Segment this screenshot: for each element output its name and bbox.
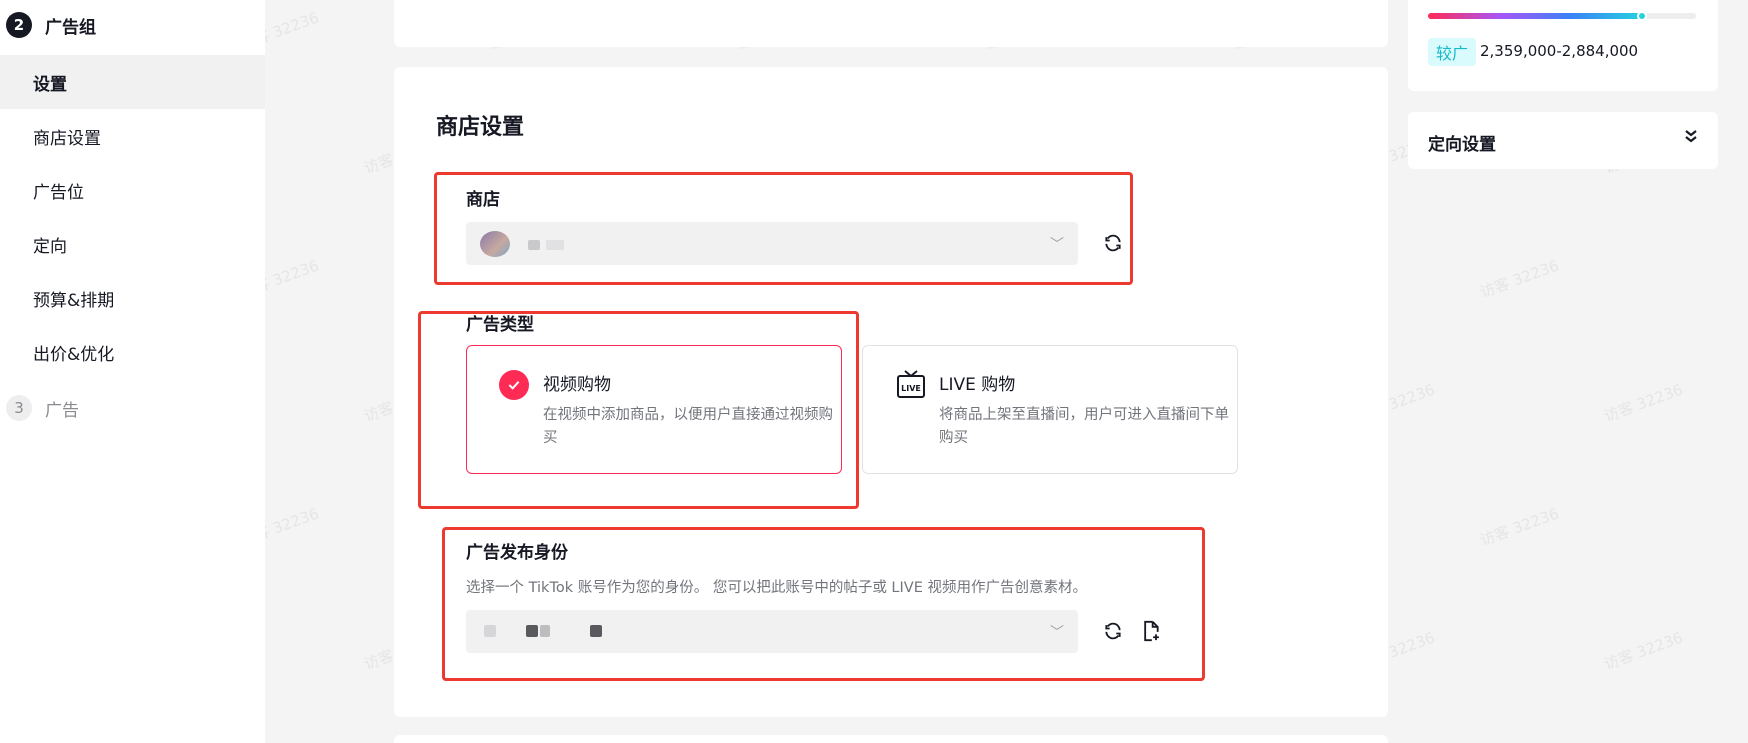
step-ad[interactable]: 3 广告	[6, 395, 79, 421]
identity-label: 广告发布身份	[466, 543, 568, 563]
step-ad-group[interactable]: 2 广告组	[6, 12, 96, 38]
watermark-text: 访客 32236	[1477, 256, 1562, 302]
add-file-icon[interactable]	[1138, 618, 1164, 644]
sidebar: 2 广告组 设置 商店设置 广告位 定向 预算&排期 出价&优化 3 广告	[0, 0, 265, 743]
next-section-card	[394, 735, 1388, 743]
identity-name-redacted	[540, 625, 550, 637]
sidebar-item-shop-settings[interactable]: 商店设置	[0, 109, 265, 163]
shop-label: 商店	[466, 190, 500, 210]
watermark-text: 访客 32236	[1601, 380, 1686, 426]
panel-title: 定向设置	[1428, 135, 1496, 155]
live-tv-icon: LIVE	[895, 368, 927, 404]
shop-avatar	[480, 231, 510, 257]
previous-section-card	[394, 0, 1388, 47]
audience-size-marker	[1637, 11, 1648, 21]
targeting-settings-panel[interactable]: 定向设置	[1408, 112, 1718, 169]
shop-name-redacted	[528, 240, 540, 250]
sidebar-item-label: 定向	[33, 236, 67, 257]
sidebar-item-label: 预算&排期	[33, 290, 115, 311]
sidebar-item-placement[interactable]: 广告位	[0, 163, 265, 217]
ad-type-live-shopping[interactable]: LIVE LIVE 购物 将商品上架至直播间，用户可进入直播间下单购买	[862, 345, 1238, 474]
watermark-text: 访客 32236	[1601, 628, 1686, 674]
svg-text:LIVE: LIVE	[901, 384, 921, 393]
sidebar-item-bidding[interactable]: 出价&优化	[0, 325, 265, 379]
chevron-down-icon: ﹀	[1050, 237, 1064, 253]
ad-type-desc: 将商品上架至直播间，用户可进入直播间下单购买	[939, 407, 1229, 446]
ad-type-title: LIVE 购物	[939, 375, 1016, 395]
audience-size-panel: 较广 2,359,000-2,884,000	[1408, 0, 1718, 91]
step-number: 2	[6, 12, 32, 38]
section-title: 商店设置	[436, 115, 525, 140]
audience-size-fill	[1428, 13, 1643, 19]
audience-size-bar	[1428, 11, 1696, 21]
sidebar-item-label: 商店设置	[33, 128, 101, 149]
chevron-down-icon: ﹀	[1050, 625, 1064, 641]
sidebar-item-label: 设置	[33, 74, 67, 95]
shop-name-redacted	[546, 240, 564, 250]
sidebar-item-targeting[interactable]: 定向	[0, 217, 265, 271]
audience-size-range: 2,359,000-2,884,000	[1480, 42, 1639, 60]
double-chevron-down-icon[interactable]	[1684, 128, 1698, 148]
check-icon	[499, 370, 529, 400]
shop-settings-card: 商店设置 商店 ﹀ 广告类型 视频购物 在视频中添加商品，以便用户直接通过视频购…	[394, 67, 1388, 717]
identity-avatar-redacted	[484, 625, 496, 637]
sidebar-item-settings[interactable]: 设置	[0, 55, 265, 109]
step-label: 广告组	[45, 17, 96, 38]
identity-select[interactable]: ﹀	[466, 610, 1078, 653]
audience-breadth-badge: 较广	[1428, 38, 1477, 66]
identity-name-redacted	[526, 625, 538, 637]
identity-name-redacted	[590, 625, 602, 637]
step-label: 广告	[45, 400, 79, 421]
ad-type-video-shopping[interactable]: 视频购物 在视频中添加商品，以便用户直接通过视频购买	[466, 345, 842, 474]
refresh-icon[interactable]	[1100, 618, 1126, 644]
refresh-icon[interactable]	[1100, 230, 1126, 256]
sidebar-item-label: 出价&优化	[33, 344, 115, 365]
ad-type-label: 广告类型	[466, 315, 534, 335]
sidebar-item-label: 广告位	[33, 182, 84, 203]
shop-select[interactable]: ﹀	[466, 222, 1078, 265]
watermark-text: 访客 32236	[1477, 504, 1562, 550]
ad-type-title: 视频购物	[543, 375, 611, 395]
identity-helper-text: 选择一个 TikTok 账号作为您的身份。 您可以把此账号中的帖子或 LIVE …	[466, 580, 1087, 596]
ad-type-desc: 在视频中添加商品，以便用户直接通过视频购买	[543, 407, 833, 446]
sidebar-item-budget-schedule[interactable]: 预算&排期	[0, 271, 265, 325]
step-number: 3	[6, 395, 32, 421]
